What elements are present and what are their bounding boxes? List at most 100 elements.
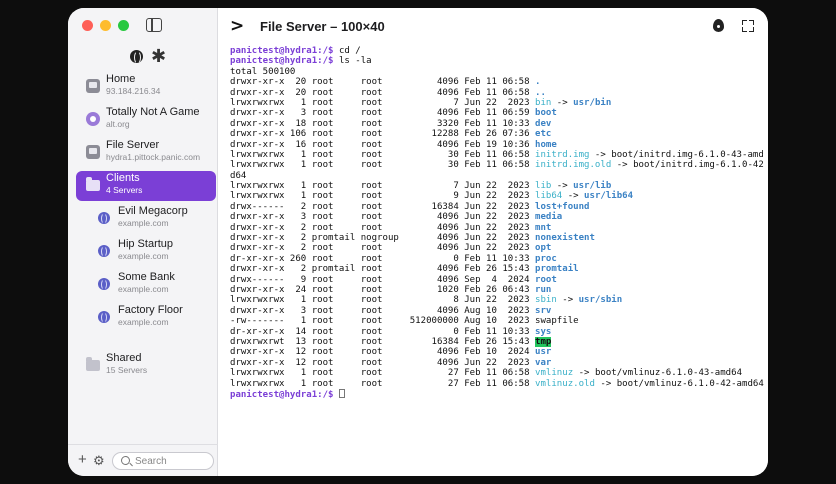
drop-icon[interactable] <box>713 19 724 32</box>
terminal-line: drwxr-xr-x 20 root root 4096 Feb 11 06:5… <box>230 77 764 87</box>
minimize-window-button[interactable] <box>100 20 111 31</box>
sidebar-item-evil-megacorp[interactable]: Evil Megacorp example.com <box>88 204 216 234</box>
terminal-text: total 500100 <box>230 66 296 77</box>
file-metadata: drwxr-xr-x 2 promtail nogroup 4096 Jun 2… <box>230 233 536 244</box>
terminal-icon <box>86 145 100 159</box>
sidebar-item-clients[interactable]: Clients 4 Servers <box>76 171 216 201</box>
sidebar-item-label: File Server <box>106 139 160 151</box>
terminal-line: panictest@hydra1:/$ ls -la <box>230 56 764 66</box>
sidebar-item-sublabel: example.com <box>118 284 169 294</box>
sidebar-item-factory-floor[interactable]: Factory Floor example.com <box>88 303 216 333</box>
add-server-button[interactable]: + <box>78 451 87 468</box>
file-metadata: drwxr-xr-x 20 root root 4096 Feb 11 06:5… <box>230 87 536 98</box>
shell-command: cd / <box>333 46 361 56</box>
file-name: proc <box>535 253 557 264</box>
file-metadata: dr-xr-xr-x 260 root root 0 Feb 11 10:33 <box>230 253 536 264</box>
sidebar-item-shared[interactable]: Shared 15 Servers <box>76 351 216 381</box>
sidebar-item-sublabel: 15 Servers <box>106 365 148 375</box>
file-name: promtail <box>535 264 579 275</box>
window-title: File Server – 100×40 <box>260 19 385 34</box>
terminal-line: lrwxrwxrwx 1 root root 30 Feb 11 06:58 i… <box>230 160 764 170</box>
file-name: .. <box>535 87 546 98</box>
sidebar-toggle-icon[interactable] <box>146 18 162 32</box>
link-arrow: -> <box>589 149 612 160</box>
file-metadata: lrwxrwxrwx 1 root root 27 Feb 11 06:58 <box>230 378 536 389</box>
file-name: media <box>535 212 563 223</box>
shell-prompt: panictest@hydra1:/$ <box>230 56 334 67</box>
file-name: bin <box>535 97 552 108</box>
terminal-line: drwxr-xr-x 12 root root 4096 Jun 22 2023… <box>230 358 764 368</box>
file-name: sys <box>535 326 552 337</box>
terminal-line: lrwxrwxrwx 1 root root 7 Jun 22 2023 lib… <box>230 181 764 191</box>
sidebar-item-label: Clients <box>106 172 140 184</box>
file-metadata: drwxr-xr-x 3 root root 4096 Feb 11 06:59 <box>230 108 536 119</box>
file-name: dev <box>535 118 552 129</box>
link-target: boot/vmlinuz-6.1.0-42-amd64 <box>616 378 764 389</box>
expand-icon[interactable] <box>742 20 754 32</box>
file-metadata: drwx------ 9 root root 4096 Sep 4 2024 <box>230 274 536 285</box>
terminal-line: lrwxrwxrwx 1 root root 7 Jun 22 2023 bin… <box>230 98 764 108</box>
prompt-icon: > <box>230 16 245 36</box>
terminal-line: drwxr-xr-x 3 root root 4096 Feb 11 06:59… <box>230 108 764 118</box>
sidebar-item-file-server[interactable]: File Server hydra1.pittock.panic.com <box>76 138 216 168</box>
file-name: lib64 <box>535 191 563 202</box>
file-name: . <box>535 77 541 88</box>
link-target: usr/lib <box>573 181 612 192</box>
link-arrow: -> <box>551 97 574 108</box>
file-name: lost+found <box>535 201 590 212</box>
terminal-icon <box>86 79 100 93</box>
sidebar-item-home[interactable]: Home 93.184.216.34 <box>76 72 216 102</box>
game-icon <box>86 112 100 126</box>
sidebar-item-totally-not-a-game[interactable]: Totally Not A Game alt.org <box>76 105 216 135</box>
asterisk-icon[interactable]: ✱ <box>151 47 166 65</box>
file-metadata: dr-xr-xr-x 14 root root 0 Feb 11 10:33 <box>230 326 536 337</box>
link-target: usr/sbin <box>578 295 623 306</box>
terminal-output[interactable]: panictest@hydra1:/$ cd / panictest@hydra1… <box>230 46 764 470</box>
link-arrow: -> <box>611 160 634 171</box>
terminal-line: drwxr-xr-x 3 root root 4096 Jun 22 2023 … <box>230 212 764 222</box>
terminal-line: panictest@hydra1:/$ cd / <box>230 46 764 56</box>
link-target: boot/initrd.img-6.1.0-42-am <box>633 160 764 171</box>
file-metadata: drwxrwxrwt 13 root root 16384 Feb 26 15:… <box>230 336 536 347</box>
sidebar-item-label: Factory Floor <box>118 304 183 316</box>
terminal-line: drwxr-xr-x 3 root root 4096 Aug 10 2023 … <box>230 306 764 316</box>
terminal-text: d64 <box>230 170 247 181</box>
file-name: vmlinuz.old <box>535 378 595 389</box>
shell-prompt: panictest@hydra1:/$ <box>230 389 334 400</box>
settings-button[interactable]: ⚙ <box>93 453 105 469</box>
terminal-line: drwxr-xr-x 16 root root 4096 Feb 19 10:3… <box>230 140 764 150</box>
link-arrow: -> <box>556 295 579 306</box>
sidebar-item-some-bank[interactable]: Some Bank example.com <box>88 270 216 300</box>
file-metadata: drwxr-xr-x 24 root root 1020 Feb 26 06:4… <box>230 284 536 295</box>
terminal-line: lrwxrwxrwx 1 root root 30 Feb 11 06:58 i… <box>230 150 764 160</box>
file-metadata: lrwxrwxrwx 1 root root 9 Jun 22 2023 <box>230 191 536 202</box>
file-metadata: -rw------- 1 root root 512000000 Aug 10 … <box>230 316 536 327</box>
sidebar-item-label: Home <box>106 73 136 85</box>
terminal-line: drwxr-xr-x 12 root root 4096 Feb 10 2024… <box>230 347 764 357</box>
file-metadata: lrwxrwxrwx 1 root root 30 Feb 11 06:58 <box>230 149 536 160</box>
terminal-line: panictest@hydra1:/$ <box>230 388 764 400</box>
terminal-line: drwxr-xr-x 2 root root 4096 Jun 22 2023 … <box>230 223 764 233</box>
file-metadata: drwxr-xr-x 20 root root 4096 Feb 11 06:5… <box>230 77 536 88</box>
terminal-line: dr-xr-xr-x 260 root root 0 Feb 11 10:33 … <box>230 254 764 264</box>
link-target: boot/vmlinuz-6.1.0-43-amd64 <box>594 368 743 379</box>
server-globe-icon <box>98 212 110 224</box>
close-window-button[interactable] <box>82 20 93 31</box>
server-globe-icon <box>98 245 110 257</box>
sidebar-footer: + ⚙ <box>68 444 218 476</box>
globe-icon[interactable] <box>130 50 143 64</box>
terminal-line: total 500100 <box>230 67 764 77</box>
sidebar-item-label: Shared <box>106 352 142 364</box>
terminal-line: lrwxrwxrwx 1 root root 27 Feb 11 06:58 v… <box>230 368 764 378</box>
link-target: usr/lib64 <box>584 191 634 202</box>
link-arrow: -> <box>594 378 617 389</box>
search-input[interactable] <box>135 454 211 468</box>
zoom-window-button[interactable] <box>118 20 129 31</box>
sidebar-item-sublabel: 93.184.216.34 <box>106 86 161 96</box>
link-arrow: -> <box>562 191 585 202</box>
file-metadata: drwxr-xr-x 3 root root 4096 Jun 22 2023 <box>230 212 536 223</box>
sidebar-item-hip-startup[interactable]: Hip Startup example.com <box>88 237 216 267</box>
sidebar: ✱ Home 93.184.216.34 Totally Not A Game … <box>68 8 218 476</box>
sidebar-top-icons: ✱ <box>130 47 166 65</box>
search-field[interactable] <box>112 452 214 470</box>
